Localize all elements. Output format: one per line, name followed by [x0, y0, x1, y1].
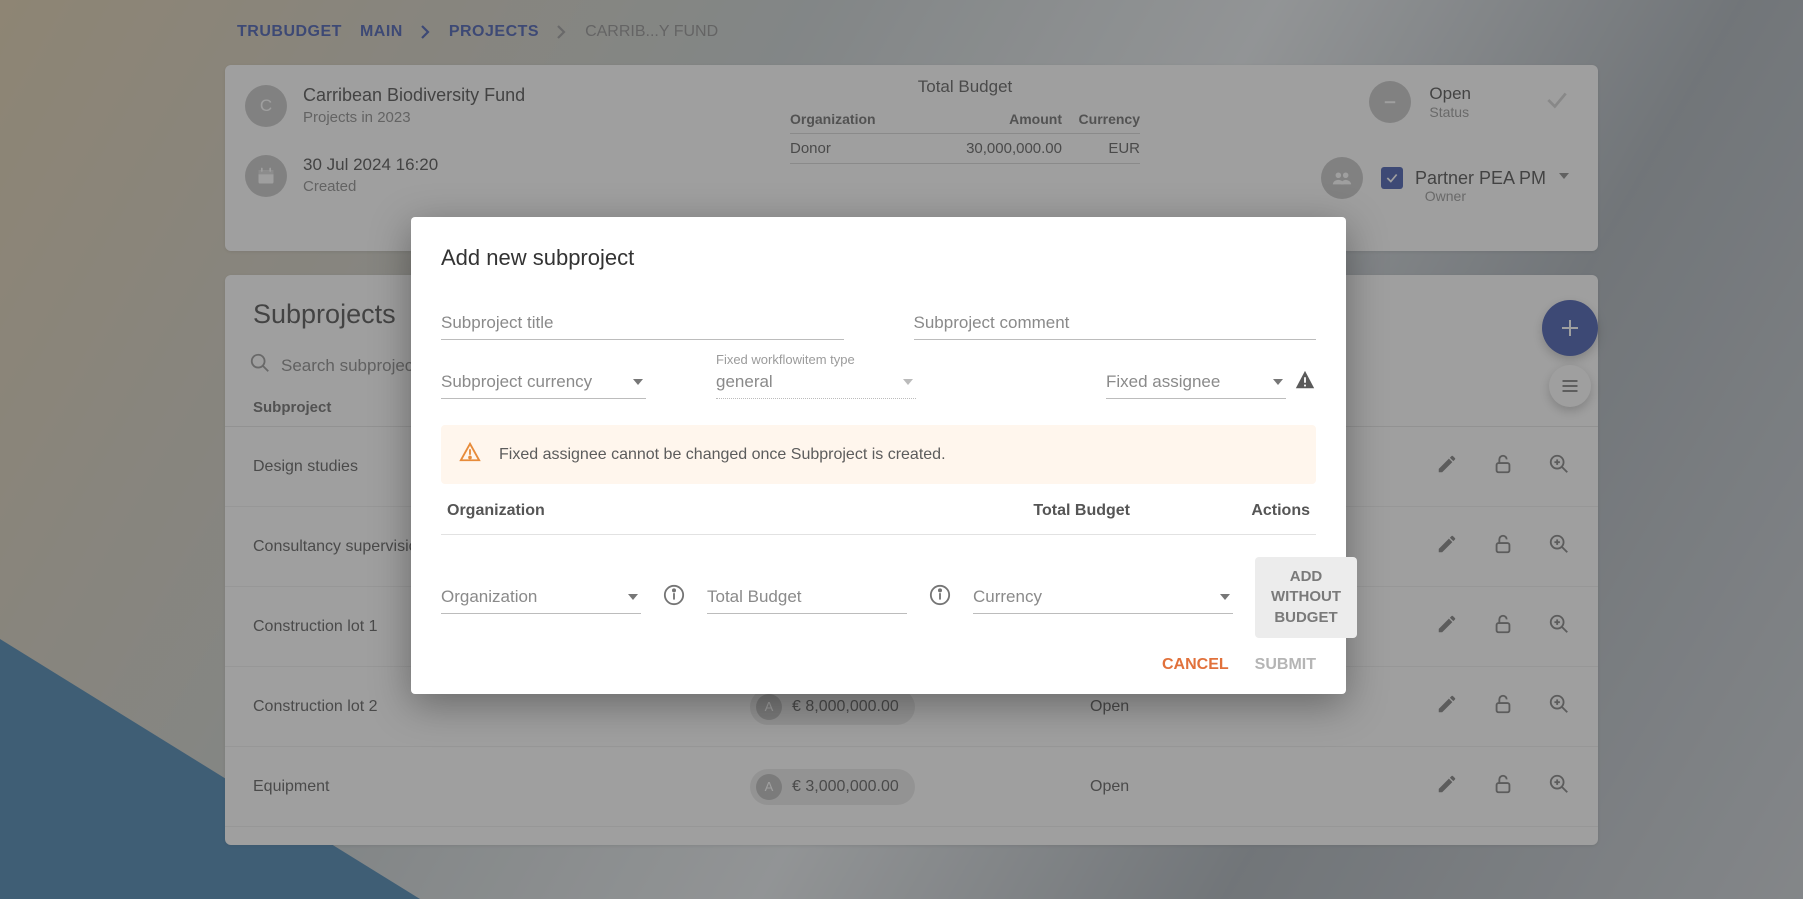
- cancel-button[interactable]: CANCEL: [1162, 656, 1229, 674]
- caret-down-icon: [1272, 378, 1284, 386]
- col-organization: Organization: [447, 502, 800, 520]
- warning-icon: [459, 441, 481, 468]
- caret-down-icon: [1219, 593, 1231, 601]
- workflow-type-select: Fixed workflowitem type general: [716, 366, 916, 399]
- fixed-assignee-select[interactable]: Fixed assignee: [1106, 366, 1316, 399]
- subproject-title-field[interactable]: Subproject title: [441, 307, 844, 340]
- warning-banner: Fixed assignee cannot be changed once Su…: [441, 425, 1316, 484]
- caret-down-icon: [632, 378, 644, 386]
- total-budget-field[interactable]: Total Budget: [707, 581, 907, 614]
- organization-select[interactable]: Organization: [441, 581, 641, 614]
- info-icon[interactable]: [663, 584, 685, 611]
- col-actions: Actions: [1130, 502, 1310, 520]
- currency-select[interactable]: Currency: [973, 581, 1233, 614]
- col-total-budget: Total Budget: [800, 502, 1130, 520]
- warning-text: Fixed assignee cannot be changed once Su…: [499, 446, 946, 464]
- subproject-currency-select[interactable]: Subproject currency: [441, 366, 646, 399]
- submit-button: SUBMIT: [1255, 656, 1316, 674]
- subproject-comment-field[interactable]: Subproject comment: [914, 307, 1317, 340]
- info-icon[interactable]: [929, 584, 951, 611]
- add-subproject-modal: Add new subproject Subproject title Subp…: [411, 217, 1346, 694]
- caret-down-icon: [627, 593, 639, 601]
- modal-title: Add new subproject: [441, 245, 1316, 271]
- caret-down-icon: [902, 378, 914, 386]
- warning-icon: [1294, 369, 1316, 396]
- add-without-budget-button: ADD WITHOUT BUDGET: [1255, 557, 1357, 638]
- workflow-type-label: Fixed workflowitem type: [716, 352, 855, 367]
